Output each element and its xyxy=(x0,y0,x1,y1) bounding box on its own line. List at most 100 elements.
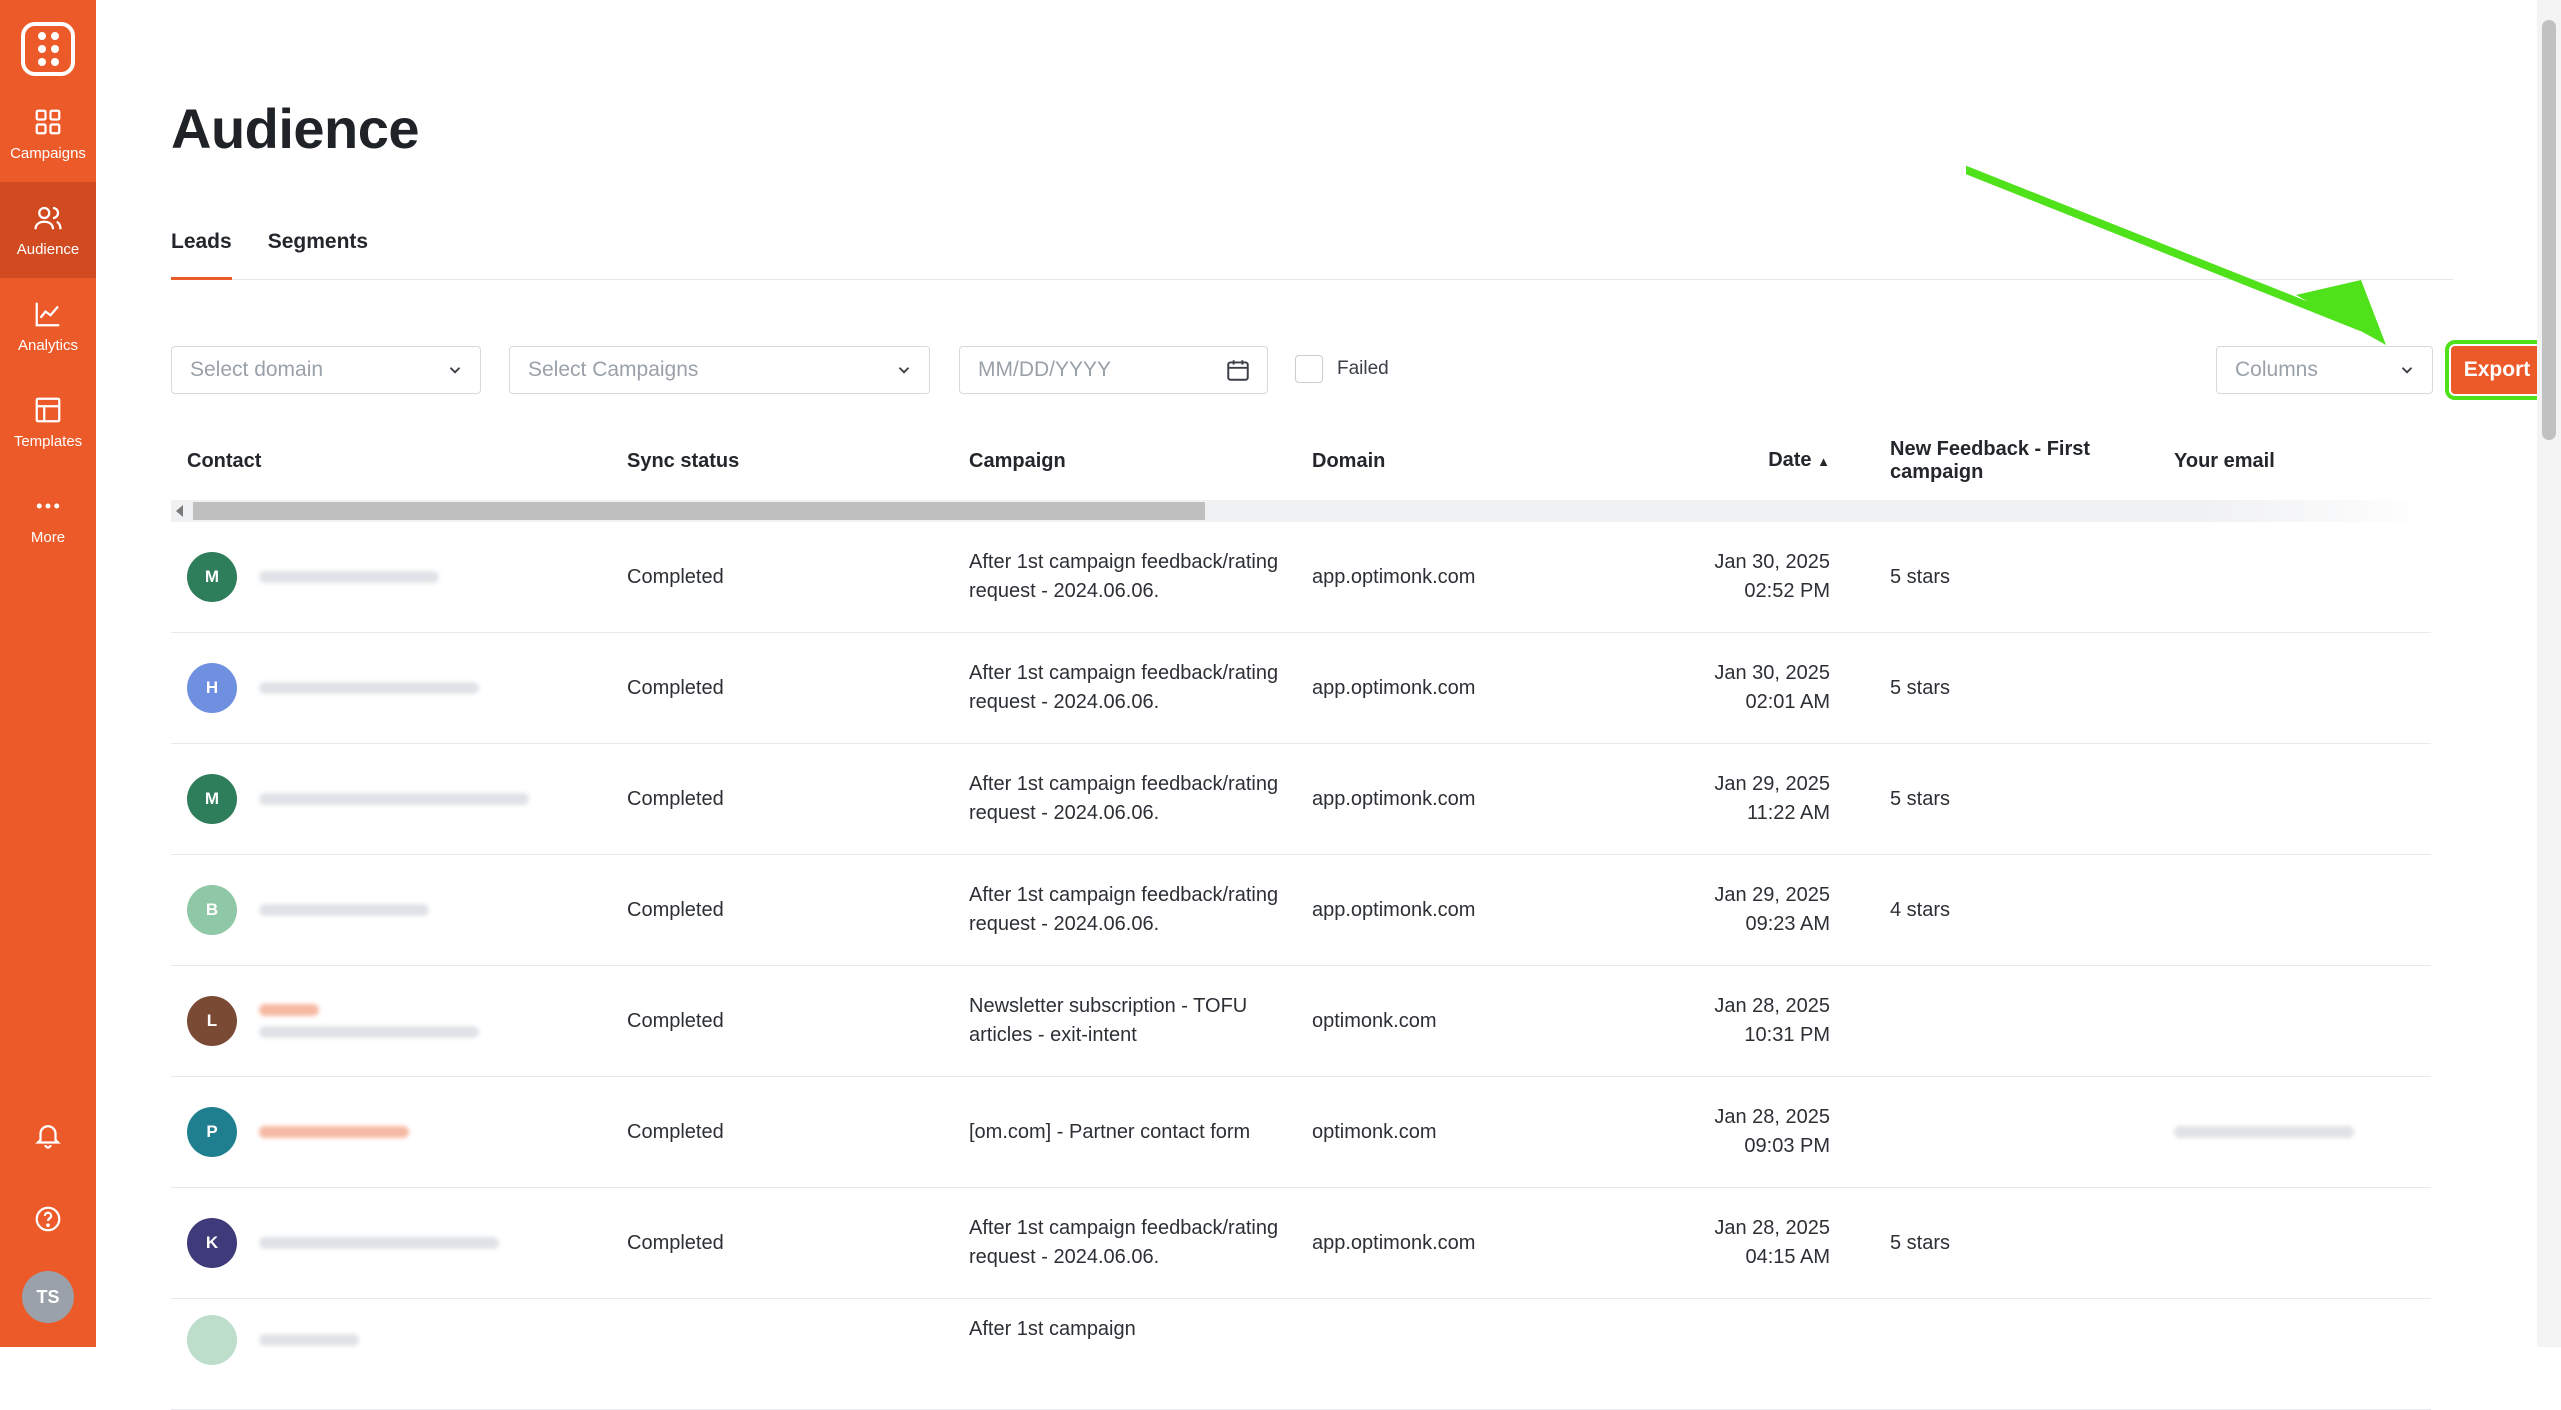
avatar: M xyxy=(187,552,237,602)
domain: app.optimonk.com xyxy=(1312,565,1476,588)
contact-cell: M xyxy=(171,552,627,602)
domain: app.optimonk.com xyxy=(1312,787,1476,810)
page-scrollbar-thumb[interactable] xyxy=(2542,20,2556,440)
sidebar-item-audience[interactable]: Audience xyxy=(0,182,96,278)
date-input[interactable]: MM/DD/YYYY xyxy=(959,346,1268,394)
domain-select[interactable]: Select domain xyxy=(171,346,481,394)
scrollbar-thumb[interactable] xyxy=(193,502,1205,520)
table-row[interactable]: L Completed Newsletter subscription - TOFU… xyxy=(171,966,2431,1077)
avatar: M xyxy=(187,774,237,824)
column-header-sync[interactable]: Sync status xyxy=(627,450,969,473)
campaigns-select[interactable]: Select Campaigns xyxy=(509,346,930,394)
domain: app.optimonk.com xyxy=(1312,1231,1476,1254)
contact-redacted xyxy=(259,1334,359,1346)
domain: optimonk.com xyxy=(1312,1120,1437,1143)
date: Jan 28, 2025 xyxy=(1714,1217,1830,1239)
column-header-domain[interactable]: Domain xyxy=(1312,450,1612,473)
feedback: 5 stars xyxy=(1890,565,1951,588)
campaign-name: [om.com] - Partner contact form xyxy=(969,1120,1251,1143)
column-header-contact[interactable]: Contact xyxy=(171,450,627,473)
sidebar-item-label: Audience xyxy=(16,240,80,258)
date-cell: Jan 28, 2025 10:31 PM xyxy=(1612,992,1830,1050)
email-redacted xyxy=(2174,1125,2354,1138)
calendar-icon[interactable] xyxy=(1225,357,1251,383)
sync-status: Completed xyxy=(627,676,724,699)
contact-cell xyxy=(171,1315,627,1365)
date: Jan 29, 2025 xyxy=(1714,773,1830,795)
chevron-down-icon xyxy=(449,367,461,374)
domain-select-placeholder: Select domain xyxy=(190,358,324,381)
contact-cell: K xyxy=(171,1218,627,1268)
sidebar-item-analytics[interactable]: Analytics xyxy=(0,278,96,374)
avatar: H xyxy=(187,663,237,713)
date: Jan 29, 2025 xyxy=(1714,884,1830,906)
column-header-email[interactable]: Your email xyxy=(2174,450,2374,473)
layout-icon xyxy=(35,397,61,422)
failed-filter[interactable]: Failed xyxy=(1295,355,1389,383)
table-row[interactable]: M Completed After 1st campaign feedback/ra… xyxy=(171,744,2431,855)
column-header-date-label: Date xyxy=(1768,449,1812,471)
sync-status: Completed xyxy=(627,1009,724,1032)
tab-segments[interactable]: Segments xyxy=(268,228,368,280)
failed-checkbox[interactable] xyxy=(1295,355,1323,383)
campaign-name: After 1st campaign feedback/rating reque… xyxy=(969,884,1279,935)
table-row[interactable]: After 1st campaign xyxy=(171,1299,2431,1410)
table-row[interactable]: H Completed After 1st campaign feedback/ra… xyxy=(171,633,2431,744)
sync-status: Completed xyxy=(627,1120,724,1143)
table-row[interactable]: M Completed After 1st campaign feedback/ra… xyxy=(171,522,2431,633)
contact-cell: P xyxy=(171,1107,627,1157)
user-avatar[interactable]: TS xyxy=(22,1271,74,1323)
main-content: Audience Leads Segments Select domain Se… xyxy=(96,0,2549,1410)
help-button[interactable] xyxy=(0,1177,96,1261)
app-logo[interactable] xyxy=(21,22,75,76)
date: Jan 30, 2025 xyxy=(1714,551,1830,573)
tab-leads[interactable]: Leads xyxy=(171,228,232,280)
table-row[interactable]: P Completed [om.com] - Partner contact for… xyxy=(171,1077,2431,1188)
email-cell xyxy=(2174,1121,2374,1144)
campaign-name: After 1st campaign feedback/rating reque… xyxy=(969,773,1279,824)
sidebar-item-templates[interactable]: Templates xyxy=(0,374,96,470)
contact-redacted xyxy=(259,1004,479,1038)
campaign-name: Newsletter subscription - TOFU articles … xyxy=(969,995,1248,1046)
users-icon xyxy=(34,206,62,229)
domain: app.optimonk.com xyxy=(1312,898,1476,921)
sidebar-item-label: More xyxy=(30,528,66,546)
date-cell: Jan 30, 2025 02:52 PM xyxy=(1612,548,1830,606)
scroll-left-icon[interactable] xyxy=(176,505,183,517)
date: Jan 30, 2025 xyxy=(1714,662,1830,684)
horizontal-scrollbar[interactable] xyxy=(171,500,2431,522)
campaign-name: After 1st campaign feedback/rating reque… xyxy=(969,662,1279,713)
column-header-date[interactable]: Date ▲︎ xyxy=(1612,446,1830,476)
time: 09:03 PM xyxy=(1744,1135,1830,1157)
annotation-arrow xyxy=(1966,166,2386,345)
contact-redacted xyxy=(259,1237,499,1249)
sidebar: Campaigns Audience Analytics Templates M… xyxy=(0,0,96,1347)
table-header: Contact Sync status Campaign Domain Date… xyxy=(171,438,2431,484)
time: 02:01 AM xyxy=(1745,691,1830,713)
date-cell: Jan 28, 2025 04:15 AM xyxy=(1612,1214,1830,1272)
column-header-feedback[interactable]: New Feedback - First campaign xyxy=(1830,438,2174,484)
date: Jan 28, 2025 xyxy=(1714,1106,1830,1128)
sidebar-item-label: Campaigns xyxy=(10,144,86,162)
table-row[interactable]: K Completed After 1st campaign feedback/ra… xyxy=(171,1188,2431,1299)
dots-icon xyxy=(36,503,60,508)
contact-redacted xyxy=(259,1126,409,1138)
notifications-button[interactable] xyxy=(0,1093,96,1177)
sync-status: Completed xyxy=(627,787,724,810)
feedback: 5 stars xyxy=(1890,676,1951,699)
table-row[interactable]: B Completed After 1st campaign feedback/ra… xyxy=(171,855,2431,966)
export-button[interactable]: Export xyxy=(2445,340,2549,400)
domain: app.optimonk.com xyxy=(1312,676,1476,699)
column-header-campaign[interactable]: Campaign xyxy=(969,447,1312,476)
contact-redacted xyxy=(259,904,429,916)
campaign-name: After 1st campaign xyxy=(969,1318,1136,1340)
date-cell: Jan 29, 2025 09:23 AM xyxy=(1612,881,1830,939)
bell-icon xyxy=(35,1125,61,1149)
sidebar-item-more[interactable]: More xyxy=(0,470,96,566)
sort-icon[interactable]: ▲︎ xyxy=(1817,454,1830,469)
sync-status: Completed xyxy=(627,565,724,588)
page-scrollbar[interactable] xyxy=(2537,0,2561,1347)
date-cell: Jan 30, 2025 02:01 AM xyxy=(1612,659,1830,717)
sidebar-bottom: TS xyxy=(0,1093,96,1347)
sidebar-item-campaigns[interactable]: Campaigns xyxy=(0,86,96,182)
